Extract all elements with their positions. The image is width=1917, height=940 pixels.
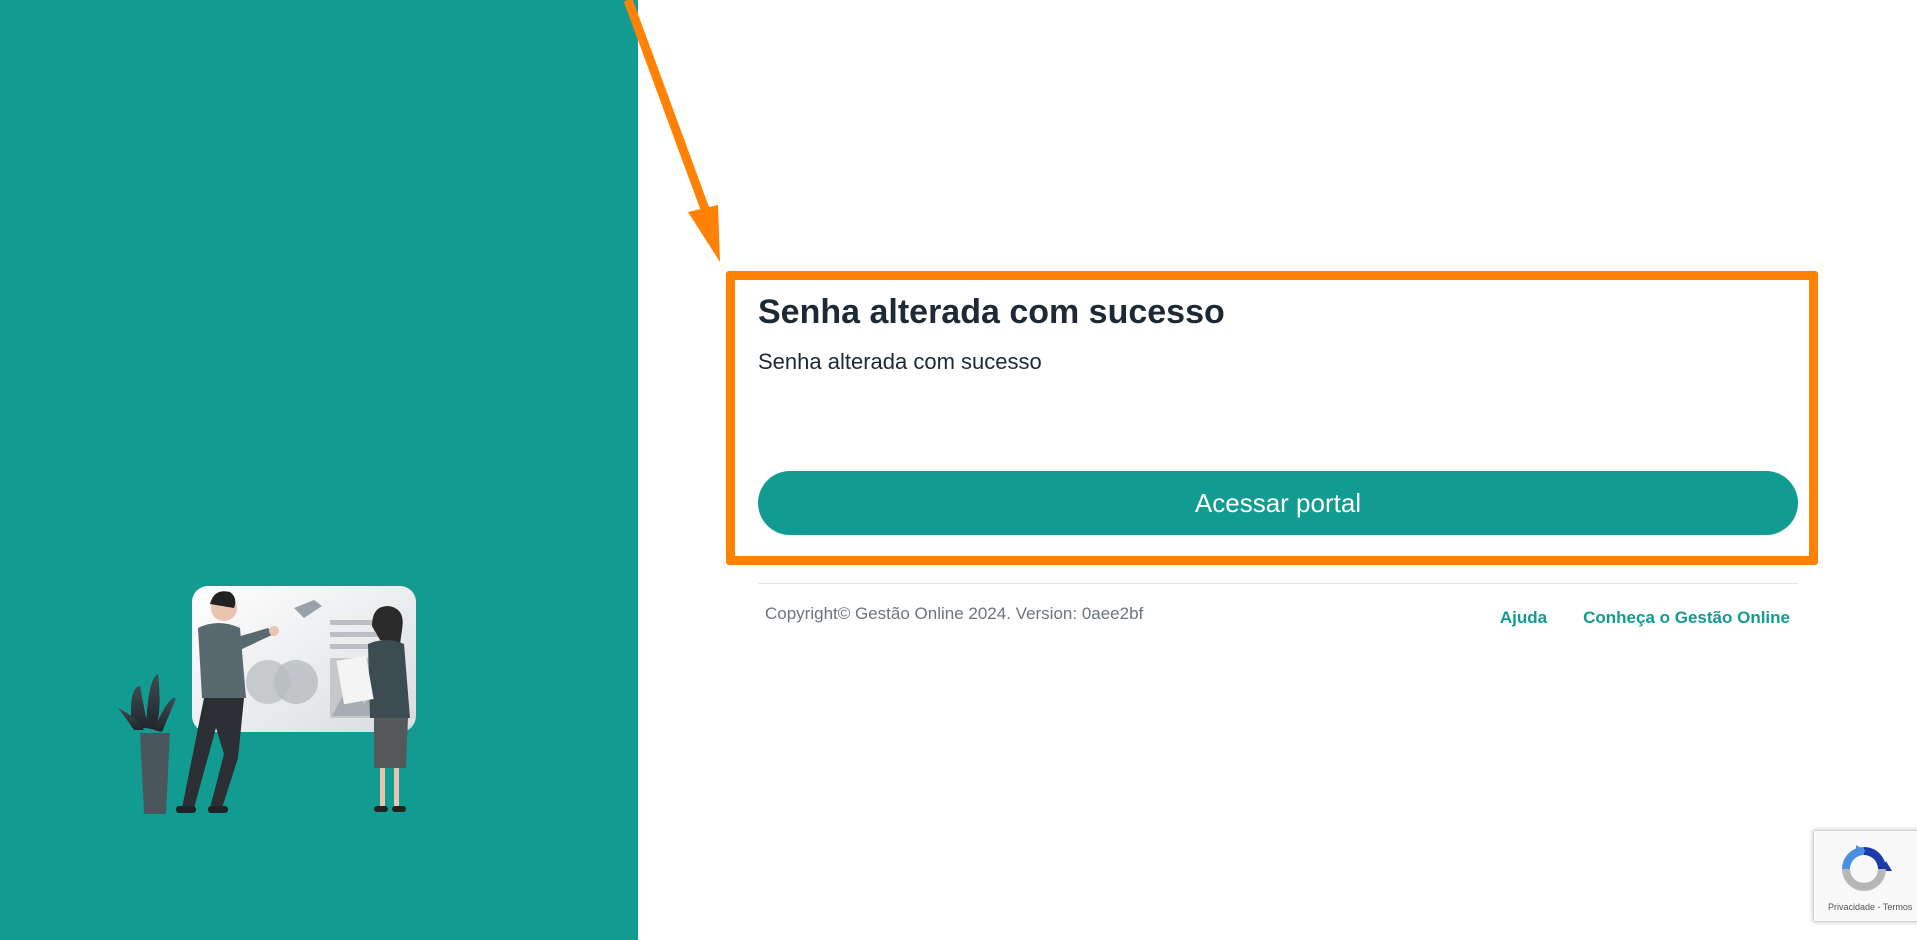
- help-link[interactable]: Ajuda: [1500, 608, 1547, 628]
- recaptcha-separator: -: [1875, 902, 1883, 912]
- about-gestao-online-link[interactable]: Conheça o Gestão Online: [1583, 608, 1790, 628]
- footer: Copyright© Gestão Online 2024. Version: …: [758, 583, 1798, 627]
- success-card: Senha alterada com sucesso Senha alterad…: [758, 292, 1798, 535]
- recaptcha-privacy-link[interactable]: Privacidade: [1828, 902, 1875, 912]
- recaptcha-terms-link[interactable]: Termos: [1883, 902, 1913, 912]
- recaptcha-icon: [1842, 845, 1892, 891]
- footer-links: Ajuda Conheça o Gestão Online: [1500, 608, 1790, 628]
- page-title: Senha alterada com sucesso: [758, 293, 1225, 331]
- left-brand-panel: [0, 0, 638, 940]
- copyright-text: Copyright© Gestão Online 2024. Version: …: [765, 604, 1144, 623]
- access-portal-button[interactable]: Acessar portal: [758, 471, 1798, 535]
- page: Senha alterada com sucesso Senha alterad…: [0, 0, 1917, 940]
- recaptcha-badge[interactable]: Privacidade - Termos: [1813, 830, 1917, 922]
- success-message: Senha alterada com sucesso: [758, 348, 1042, 374]
- recaptcha-links: Privacidade - Termos: [1828, 902, 1912, 912]
- team-presentation-illustration: [118, 586, 416, 814]
